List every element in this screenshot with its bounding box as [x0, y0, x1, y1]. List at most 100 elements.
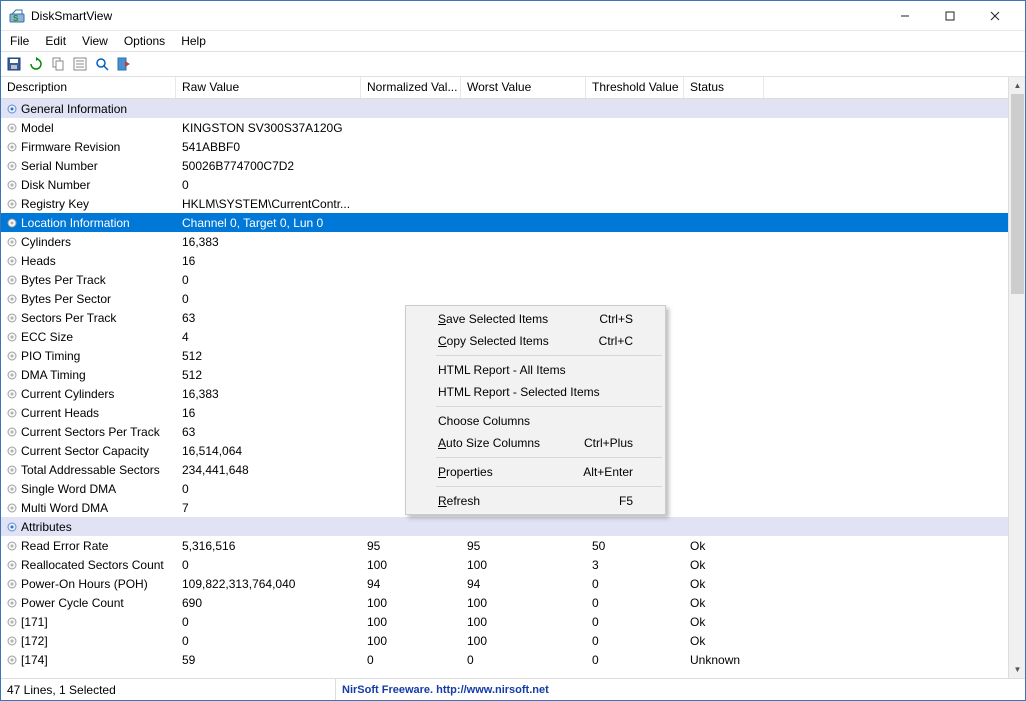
table-row[interactable]: [171]01001000Ok — [1, 612, 1008, 631]
cell-description: Single Word DMA — [1, 482, 176, 496]
window-title: DiskSmartView — [31, 9, 882, 23]
cell-norm: 100 — [361, 615, 461, 629]
table-row[interactable]: [172]01001000Ok — [1, 631, 1008, 650]
context-menu-item[interactable]: Auto Size ColumnsCtrl+Plus — [408, 432, 663, 454]
table-row[interactable]: Heads16 — [1, 251, 1008, 270]
find-icon[interactable] — [93, 55, 111, 73]
cell-thresh: 50 — [586, 539, 684, 553]
status-center: NirSoft Freeware. http://www.nirsoft.net — [336, 684, 555, 696]
table-row[interactable]: Power-On Hours (POH)109,822,313,764,0409… — [1, 574, 1008, 593]
context-menu-item[interactable]: PropertiesAlt+Enter — [408, 461, 663, 483]
context-menu-separator — [436, 406, 662, 407]
menu-edit[interactable]: Edit — [38, 32, 73, 50]
cell-description: Serial Number — [1, 159, 176, 173]
cell-thresh: 0 — [586, 634, 684, 648]
cell-raw: 0 — [176, 558, 361, 572]
cell-raw: 109,822,313,764,040 — [176, 577, 361, 591]
cell-worst: 100 — [461, 634, 586, 648]
cell-raw: 512 — [176, 349, 361, 363]
table-row[interactable]: General Information — [1, 99, 1008, 118]
cell-thresh: 0 — [586, 596, 684, 610]
table-row[interactable]: Read Error Rate5,316,516959550Ok — [1, 536, 1008, 555]
cell-description: Current Cylinders — [1, 387, 176, 401]
scroll-thumb[interactable] — [1011, 94, 1024, 294]
app-icon: S — [9, 8, 25, 24]
cell-description: Read Error Rate — [1, 539, 176, 553]
context-menu-item[interactable]: HTML Report - Selected Items — [408, 381, 663, 403]
table-row[interactable]: Serial Number50026B774700C7D2 — [1, 156, 1008, 175]
context-menu-item[interactable]: Copy Selected ItemsCtrl+C — [408, 330, 663, 352]
column-description[interactable]: Description — [1, 77, 176, 98]
scroll-down-icon[interactable]: ▼ — [1009, 661, 1025, 678]
table-row[interactable]: Firmware Revision541ABBF0 — [1, 137, 1008, 156]
exit-icon[interactable] — [115, 55, 133, 73]
scroll-up-icon[interactable]: ▲ — [1009, 77, 1025, 94]
context-menu-shortcut: Ctrl+Plus — [584, 436, 633, 450]
maximize-button[interactable] — [927, 2, 972, 30]
titlebar: S DiskSmartView — [1, 1, 1025, 31]
table-row[interactable]: Power Cycle Count6901001000Ok — [1, 593, 1008, 612]
cell-description: Model — [1, 121, 176, 135]
cell-description: Attributes — [1, 520, 176, 534]
refresh-icon[interactable] — [27, 55, 45, 73]
menu-file[interactable]: File — [3, 32, 36, 50]
menu-help[interactable]: Help — [174, 32, 213, 50]
context-menu-label: Properties — [438, 465, 493, 479]
cell-raw: 0 — [176, 482, 361, 496]
table-row[interactable]: Bytes Per Track0 — [1, 270, 1008, 289]
cell-status: Ok — [684, 615, 764, 629]
vertical-scrollbar[interactable]: ▲ ▼ — [1008, 77, 1025, 678]
cell-status: Ok — [684, 577, 764, 591]
cell-norm: 94 — [361, 577, 461, 591]
context-menu: Save Selected ItemsCtrl+SCopy Selected I… — [405, 305, 666, 515]
cell-description: Power-On Hours (POH) — [1, 577, 176, 591]
cell-raw: 0 — [176, 292, 361, 306]
cell-worst: 100 — [461, 615, 586, 629]
properties-icon[interactable] — [71, 55, 89, 73]
cell-worst: 100 — [461, 596, 586, 610]
column-raw-value[interactable]: Raw Value — [176, 77, 361, 98]
close-button[interactable] — [972, 2, 1017, 30]
column-worst-value[interactable]: Worst Value — [461, 77, 586, 98]
table-row[interactable]: Location InformationChannel 0, Target 0,… — [1, 213, 1008, 232]
cell-thresh: 0 — [586, 577, 684, 591]
cell-norm: 100 — [361, 558, 461, 572]
context-menu-separator — [436, 486, 662, 487]
cell-description: Sectors Per Track — [1, 311, 176, 325]
minimize-button[interactable] — [882, 2, 927, 30]
toolbar — [1, 51, 1025, 77]
svg-text:S: S — [13, 14, 19, 23]
cell-thresh: 3 — [586, 558, 684, 572]
menu-view[interactable]: View — [75, 32, 115, 50]
cell-description: Registry Key — [1, 197, 176, 211]
table-row[interactable]: ModelKINGSTON SV300S37A120G — [1, 118, 1008, 137]
cell-description: Cylinders — [1, 235, 176, 249]
menu-options[interactable]: Options — [117, 32, 172, 50]
copy-icon[interactable] — [49, 55, 67, 73]
save-icon[interactable] — [5, 55, 23, 73]
context-menu-item[interactable]: RefreshF5 — [408, 490, 663, 512]
column-threshold-value[interactable]: Threshold Value — [586, 77, 684, 98]
context-menu-item[interactable]: Save Selected ItemsCtrl+S — [408, 308, 663, 330]
column-status[interactable]: Status — [684, 77, 764, 98]
cell-status: Ok — [684, 558, 764, 572]
cell-raw: 59 — [176, 653, 361, 667]
context-menu-item[interactable]: HTML Report - All Items — [408, 359, 663, 381]
cell-description: Heads — [1, 254, 176, 268]
cell-description: General Information — [1, 102, 176, 116]
table-row[interactable]: Attributes — [1, 517, 1008, 536]
table-row[interactable]: Registry KeyHKLM\SYSTEM\CurrentContr... — [1, 194, 1008, 213]
table-row[interactable]: Disk Number0 — [1, 175, 1008, 194]
table-row[interactable]: [174]59000Unknown — [1, 650, 1008, 669]
cell-description: [174] — [1, 653, 176, 667]
cell-raw: 0 — [176, 634, 361, 648]
cell-raw: 690 — [176, 596, 361, 610]
cell-description: PIO Timing — [1, 349, 176, 363]
cell-raw: 63 — [176, 425, 361, 439]
table-row[interactable]: Cylinders16,383 — [1, 232, 1008, 251]
context-menu-item[interactable]: Choose Columns — [408, 410, 663, 432]
cell-raw: 50026B774700C7D2 — [176, 159, 361, 173]
column-normalized-value[interactable]: Normalized Val... — [361, 77, 461, 98]
context-menu-separator — [436, 457, 662, 458]
table-row[interactable]: Reallocated Sectors Count01001003Ok — [1, 555, 1008, 574]
